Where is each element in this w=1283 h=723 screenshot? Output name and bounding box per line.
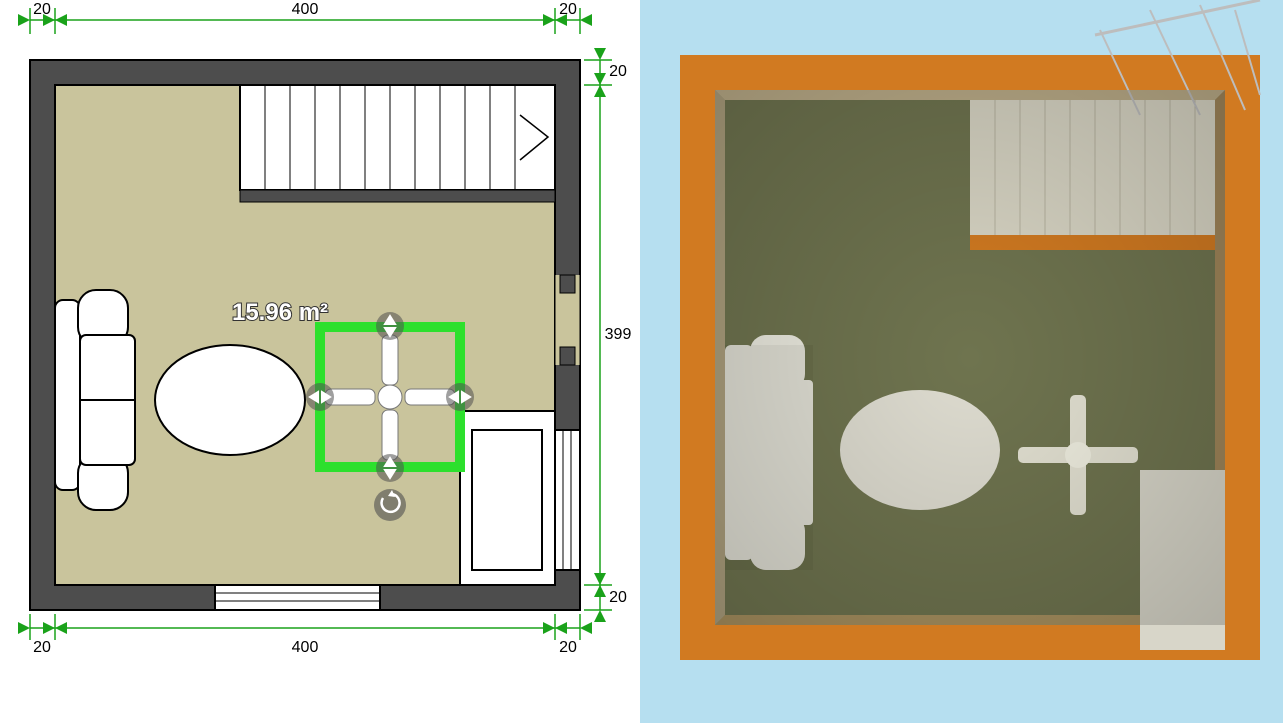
floorplan-3d-svg[interactable] xyxy=(640,0,1283,723)
window-right[interactable] xyxy=(555,430,580,570)
floorplan-3d-pane[interactable] xyxy=(640,0,1283,723)
dim-label: 20 xyxy=(33,639,51,656)
dim-label: 20 xyxy=(559,639,577,656)
dimension-right: 20 399 20 xyxy=(584,60,631,610)
dim-label: 20 xyxy=(609,589,627,606)
dim-label: 400 xyxy=(292,639,319,656)
dim-label: 399 xyxy=(605,326,632,343)
dim-label: 20 xyxy=(559,1,577,18)
stairs[interactable] xyxy=(240,85,555,190)
dimension-top: 20 400 20 xyxy=(30,1,580,34)
floorplan-2d-svg[interactable]: 20 400 20 20 399 20 xyxy=(0,0,640,723)
cabinet[interactable] xyxy=(460,411,555,585)
dim-label: 400 xyxy=(292,1,319,18)
dim-label: 20 xyxy=(33,1,51,18)
window-bottom[interactable] xyxy=(215,585,380,610)
room-area-label: 15.96 m² xyxy=(232,299,328,326)
door-right[interactable] xyxy=(555,275,580,365)
stair-partition[interactable] xyxy=(240,190,555,202)
dimension-bottom: 20 400 20 xyxy=(30,614,580,656)
sofa[interactable] xyxy=(55,290,135,510)
coffee-table[interactable] xyxy=(155,345,305,455)
rotate-handle[interactable] xyxy=(374,489,406,521)
dim-label: 20 xyxy=(609,63,627,80)
floorplan-2d-pane[interactable]: 20 400 20 20 399 20 xyxy=(0,0,640,723)
app-root: 20 400 20 20 399 20 xyxy=(0,0,1283,723)
